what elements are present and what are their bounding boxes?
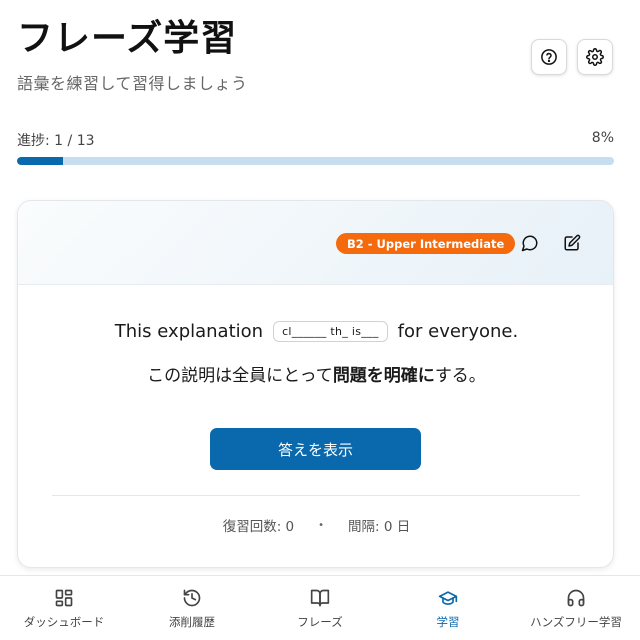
sentence-ja-after: する。 — [434, 366, 486, 386]
nav-label: 添削履歴 — [169, 614, 215, 629]
card-header: B2 - Upper Intermediate — [18, 201, 613, 285]
help-button[interactable] — [531, 39, 567, 75]
edit-icon — [564, 234, 581, 251]
comment-button[interactable] — [518, 231, 542, 255]
bottom-navigation: ダッシュボード 添削履歴 フレーズ 学習 ハンズフリー学習 — [0, 575, 640, 640]
progress-label: 進捗: 1 / 13 — [17, 133, 95, 149]
review-count: 復習回数: 0 — [222, 519, 295, 535]
phrase-card: B2 - Upper Intermediate This explanation… — [17, 200, 614, 568]
nav-label: フレーズ — [297, 614, 343, 629]
nav-label: ダッシュボード — [23, 614, 105, 629]
dashboard-grid-icon — [53, 587, 75, 609]
review-interval: 間隔: 0 日 — [348, 519, 411, 535]
show-answer-button[interactable]: 答えを表示 — [210, 428, 421, 470]
page-title: フレーズ学習 — [17, 18, 238, 59]
review-stats: 復習回数: 0 • 間隔: 0 日 — [18, 515, 613, 535]
nav-study[interactable]: 学習 — [384, 576, 512, 640]
help-circle-icon — [541, 49, 557, 65]
book-open-icon — [309, 587, 331, 609]
page-subtitle: 語彙を練習して習得しましょう — [17, 74, 248, 93]
progress-percent: 8% — [591, 130, 614, 146]
blank-hint: cl______ th_ is___ — [273, 321, 388, 342]
japanese-sentence: この説明は全員にとって問題を明確にする。 — [18, 361, 613, 386]
message-circle-icon — [521, 235, 538, 252]
nav-label: 学習 — [436, 614, 460, 629]
sentence-ja-highlight: 問題を明確に — [332, 366, 435, 386]
sentence-en-before: This explanation — [114, 321, 264, 342]
headphones-icon — [565, 587, 587, 609]
graduation-cap-icon — [437, 587, 459, 609]
nav-history[interactable]: 添削履歴 — [128, 576, 256, 640]
gear-icon — [586, 48, 604, 66]
edit-button[interactable] — [560, 231, 584, 255]
level-badge: B2 - Upper Intermediate — [336, 233, 516, 254]
nav-phrases[interactable]: フレーズ — [256, 576, 384, 640]
history-icon — [181, 587, 203, 609]
stats-separator: • — [318, 519, 325, 531]
page-header: フレーズ学習 語彙を練習して習得しましょう — [17, 14, 248, 94]
sentence-ja-before: この説明は全員にとって — [147, 366, 333, 386]
nav-label: ハンズフリー学習 — [530, 614, 622, 629]
nav-handsfree[interactable]: ハンズフリー学習 — [512, 576, 640, 640]
english-sentence: This explanation cl______ th_ is___ for … — [18, 321, 613, 342]
progress-fill — [17, 157, 63, 165]
sentence-en-after: for everyone. — [397, 321, 519, 342]
progress-bar — [17, 157, 614, 165]
settings-button[interactable] — [577, 39, 613, 75]
progress-row: 進捗: 1 / 13 8% — [17, 130, 614, 150]
divider — [52, 495, 580, 496]
nav-dashboard[interactable]: ダッシュボード — [0, 576, 128, 640]
